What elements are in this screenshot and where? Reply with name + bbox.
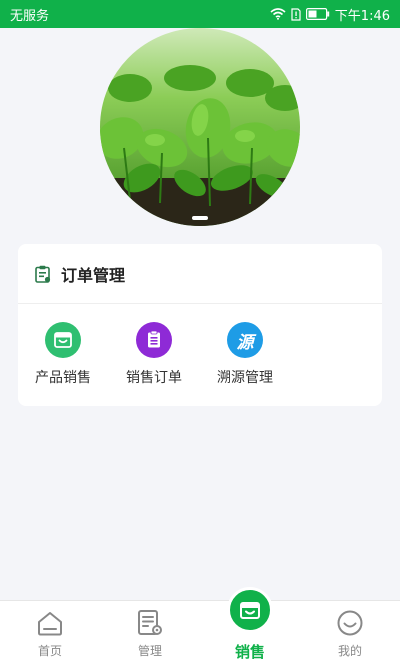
manage-icon xyxy=(136,609,164,637)
sales-icon xyxy=(227,587,273,633)
source-icon: 源 xyxy=(227,322,263,358)
tab-profile[interactable]: 我的 xyxy=(300,601,400,660)
tab-home-label: 首页 xyxy=(37,644,62,658)
sales-orders-button[interactable]: 销售订单 xyxy=(118,322,190,387)
carrier-text: 无服务 xyxy=(10,8,50,24)
battery-icon xyxy=(305,8,329,20)
hero-banner-image[interactable] xyxy=(100,28,300,226)
tab-profile-label: 我的 xyxy=(337,644,362,658)
tab-manage[interactable]: 管理 xyxy=(100,601,200,660)
clock-text: 下午1:46 xyxy=(334,8,390,24)
traceability-label: 溯源管理 xyxy=(217,370,273,386)
status-icons: 下午1:46 xyxy=(270,5,390,24)
shop-icon xyxy=(45,322,81,358)
product-sales-button[interactable]: 产品销售 xyxy=(27,322,99,387)
card-actions: 产品销售 销售订单 源 溯源管理 xyxy=(18,304,382,404)
bottom-tab-bar: 首页 管理 销售 我的 xyxy=(0,587,400,660)
sales-orders-label: 销售订单 xyxy=(126,370,182,386)
traceability-button[interactable]: 源 溯源管理 xyxy=(209,322,281,387)
status-bar: 无服务 下午1:46 xyxy=(0,0,400,28)
tab-home[interactable]: 首页 xyxy=(0,601,100,660)
card-title: 订单管理 xyxy=(61,265,126,285)
order-management-card: 订单管理 产品销售 销售订单 源 溯源管理 xyxy=(18,244,382,406)
carousel-indicator xyxy=(192,216,208,220)
tab-sales-label: 销售 xyxy=(234,643,265,660)
order-list-icon xyxy=(136,322,172,358)
profile-icon xyxy=(336,609,364,637)
tab-manage-label: 管理 xyxy=(137,644,162,658)
product-sales-label: 产品销售 xyxy=(35,370,91,386)
tab-sales[interactable]: 销售 xyxy=(200,587,300,660)
wifi-icon xyxy=(270,8,286,20)
clipboard-icon xyxy=(35,265,51,283)
card-header: 订单管理 xyxy=(18,244,382,304)
home-icon xyxy=(36,609,64,637)
sim-alert-icon xyxy=(291,7,301,21)
